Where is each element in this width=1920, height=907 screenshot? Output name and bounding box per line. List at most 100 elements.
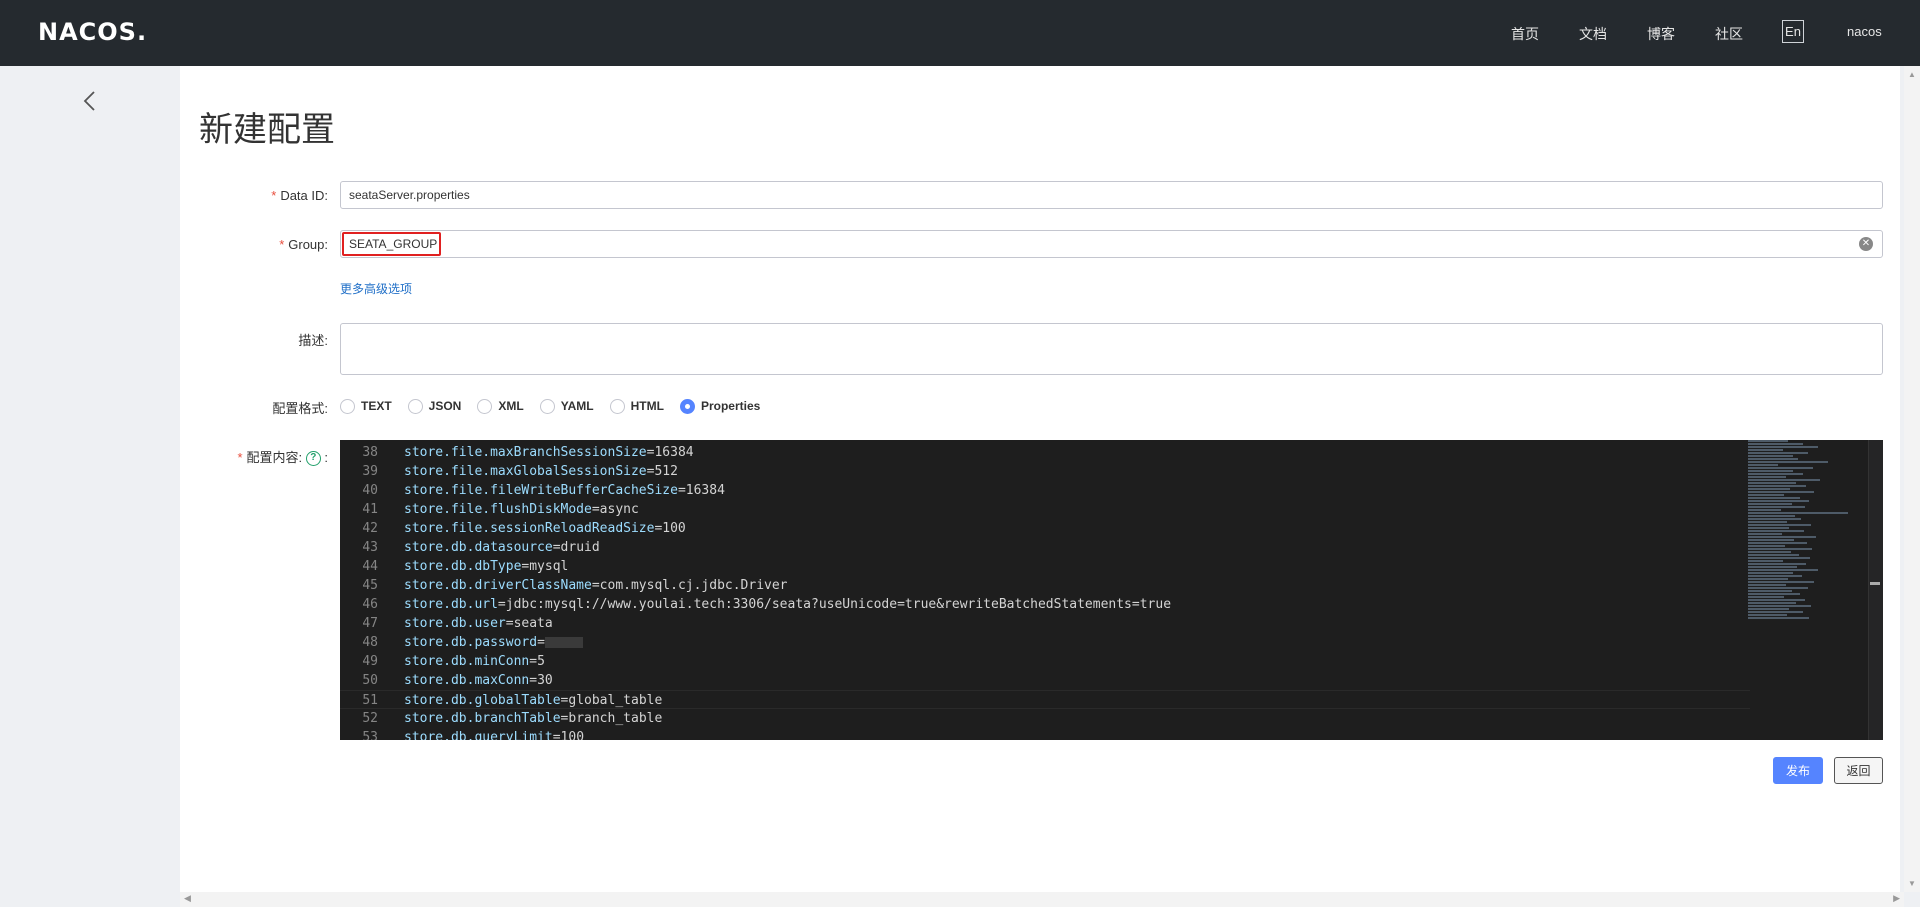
minimap-line: [1748, 485, 1806, 487]
nacos-logo[interactable]: NACOS.: [38, 18, 147, 46]
code-line[interactable]: 48 store.db.password=: [340, 633, 1750, 652]
minimap-line: [1748, 593, 1800, 595]
property-key: store.db.dbType: [404, 559, 522, 574]
line-number: 39: [362, 464, 378, 479]
property-value: branch_table: [568, 711, 663, 726]
editor-scrollbar[interactable]: [1868, 440, 1883, 740]
code-line[interactable]: 47 store.db.user=seata: [340, 614, 1750, 633]
property-value: 30: [537, 673, 553, 688]
minimap-line: [1748, 545, 1785, 547]
equals-sign: =: [552, 730, 561, 740]
format-radio-group: TEXT JSON XML YAML HTML Properties: [340, 397, 776, 415]
back-button[interactable]: 返回: [1834, 757, 1883, 784]
format-option-properties[interactable]: Properties: [679, 398, 760, 414]
minimap-line: [1748, 449, 1783, 451]
nav-home[interactable]: 首页: [1511, 24, 1539, 44]
nav-docs[interactable]: 文档: [1579, 24, 1607, 44]
code-line[interactable]: 51 store.db.globalTable=global_table: [340, 690, 1750, 709]
editor-scroll-thumb[interactable]: [1870, 582, 1880, 585]
code-line[interactable]: 50 store.db.maxConn=30: [340, 671, 1750, 690]
line-number: 51: [362, 693, 378, 708]
format-option-label: XML: [498, 399, 524, 413]
radio-dot[interactable]: [609, 398, 625, 414]
format-option-html[interactable]: HTML: [609, 398, 664, 414]
description-textarea[interactable]: [340, 323, 1883, 375]
minimap-line: [1748, 515, 1795, 517]
code-text: store.db.datasource=druid: [404, 538, 600, 557]
code-line[interactable]: 39 store.file.maxGlobalSessionSize=512: [340, 462, 1750, 481]
code-line[interactable]: 42 store.file.sessionReloadReadSize=100: [340, 519, 1750, 538]
equals-sign: =: [505, 616, 514, 631]
scroll-down-icon[interactable]: ▼: [1908, 879, 1916, 888]
minimap-line: [1748, 464, 1778, 466]
format-option-json[interactable]: JSON: [407, 398, 461, 414]
advanced-options-link[interactable]: 更多高级选项: [340, 280, 412, 297]
page-vertical-scrollbar[interactable]: ▲ ▼: [1904, 66, 1920, 892]
code-line[interactable]: 45 store.db.driverClassName=com.mysql.cj.…: [340, 576, 1750, 595]
radio-dot[interactable]: [340, 398, 355, 414]
property-key: store.db.minConn: [404, 654, 530, 669]
minimap-line: [1748, 521, 1787, 523]
code-line[interactable]: 53 store.db.queryLimit=100: [340, 728, 1750, 740]
scroll-up-icon[interactable]: ▲: [1908, 70, 1916, 79]
minimap-line: [1748, 569, 1818, 571]
equals-sign: =: [552, 540, 561, 555]
equals-sign: =: [497, 597, 506, 612]
code-line[interactable]: 41 store.file.flushDiskMode=async: [340, 500, 1750, 519]
format-option-yaml[interactable]: YAML: [539, 398, 594, 414]
property-key: store.file.flushDiskMode: [404, 502, 592, 517]
format-option-text[interactable]: TEXT: [340, 398, 392, 414]
code-line[interactable]: 49 store.db.minConn=5: [340, 652, 1750, 671]
radio-dot[interactable]: [407, 398, 423, 414]
minimap-line: [1748, 560, 1783, 562]
code-text: store.file.flushDiskMode=async: [404, 500, 639, 519]
user-name[interactable]: nacos: [1847, 24, 1882, 39]
scroll-left-icon[interactable]: ◀: [184, 893, 191, 904]
nav-blog[interactable]: 博客: [1647, 24, 1675, 44]
line-number: 46: [362, 597, 378, 612]
equals-sign: =: [677, 483, 686, 498]
minimap-line: [1748, 488, 1790, 490]
back-arrow-icon[interactable]: [80, 90, 102, 112]
property-key: store.file.fileWriteBufferCacheSize: [404, 483, 678, 498]
code-line[interactable]: 44 store.db.dbType=mysql: [340, 557, 1750, 576]
radio-dot[interactable]: [477, 398, 493, 414]
minimap-line: [1748, 461, 1828, 463]
required-mark: *: [237, 450, 243, 465]
editor-minimap[interactable]: [1748, 440, 1858, 740]
clear-input-icon[interactable]: ✕: [1859, 237, 1873, 251]
equals-sign: =: [537, 635, 545, 650]
code-line[interactable]: 38 store.file.maxBranchSessionSize=16384: [340, 443, 1750, 462]
minimap-line: [1748, 527, 1789, 529]
language-toggle-button[interactable]: En: [1782, 20, 1804, 43]
code-line[interactable]: 52 store.db.branchTable=branch_table: [340, 709, 1750, 728]
group-input[interactable]: SEATA_GROUP: [340, 230, 1883, 258]
minimap-line: [1748, 455, 1793, 457]
minimap-line: [1748, 467, 1813, 469]
code-text: store.file.sessionReloadReadSize=100: [404, 519, 686, 538]
minimap-line: [1748, 590, 1792, 592]
nav-community[interactable]: 社区: [1715, 24, 1743, 44]
radio-dot[interactable]: [539, 398, 555, 414]
code-text: store.db.password=: [404, 633, 583, 652]
help-icon[interactable]: ?: [305, 451, 321, 467]
radio-dot-selected[interactable]: [679, 398, 695, 414]
minimap-line: [1748, 575, 1802, 577]
code-line[interactable]: 46 store.db.url=jdbc:mysql://www.youlai.t…: [340, 595, 1750, 614]
line-number: 49: [362, 654, 378, 669]
line-number: 44: [362, 559, 378, 574]
minimap-line: [1748, 542, 1807, 544]
equals-sign: =: [529, 654, 538, 669]
code-line[interactable]: 40 store.file.fileWriteBufferCacheSize=16…: [340, 481, 1750, 500]
minimap-line: [1748, 617, 1809, 619]
minimap-line: [1748, 611, 1803, 613]
page-horizontal-scrollbar[interactable]: ◀ ▶: [180, 892, 1904, 907]
code-line[interactable]: 43 store.db.datasource=druid: [340, 538, 1750, 557]
format-option-xml[interactable]: XML: [477, 398, 524, 414]
line-number: 52: [362, 711, 378, 726]
code-editor[interactable]: 38 store.file.maxBranchSessionSize=16384 3…: [340, 440, 1883, 740]
data-id-input[interactable]: seataServer.properties: [340, 181, 1883, 209]
scroll-right-icon[interactable]: ▶: [1893, 893, 1900, 904]
property-value: 16384: [654, 445, 694, 460]
publish-button[interactable]: 发布: [1773, 757, 1823, 784]
